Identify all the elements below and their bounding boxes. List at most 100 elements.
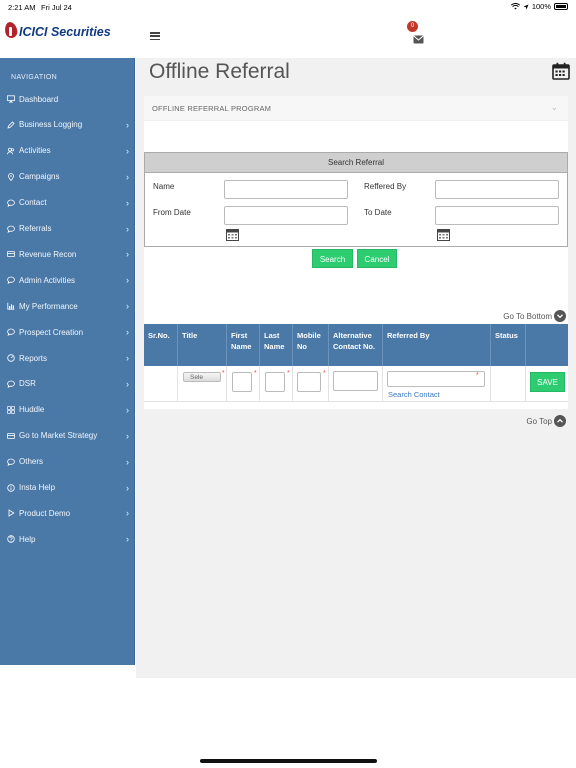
cell-status — [491, 366, 526, 402]
sidebar-item-label: Activities — [19, 146, 51, 156]
chevron-right-icon: › — [126, 119, 129, 130]
chevron-right-icon: › — [126, 327, 129, 338]
cell-last-name: * — [260, 366, 293, 402]
sidebar-item-contact[interactable]: Contact › — [0, 192, 135, 214]
pin-icon — [7, 172, 15, 181]
calendar-icon[interactable] — [552, 62, 570, 80]
chevron-right-icon: › — [126, 197, 129, 208]
chevron-right-icon: › — [126, 223, 129, 234]
sidebar-item-label: Help — [19, 534, 36, 544]
location-icon — [523, 4, 529, 9]
title-select[interactable]: Sele — [183, 372, 221, 382]
card-icon — [7, 432, 15, 440]
monitor-icon — [7, 95, 15, 103]
save-button[interactable]: SAVE — [530, 372, 565, 392]
to-date-calendar-icon[interactable] — [437, 228, 450, 241]
info-icon — [7, 483, 15, 492]
referred-by-row-input[interactable] — [387, 371, 485, 387]
last-name-input[interactable] — [265, 372, 285, 392]
sidebar-item-revenue-recon[interactable]: Revenue Recon › — [0, 243, 135, 265]
chat-icon — [7, 225, 15, 233]
section-label: OFFLINE REFERRAL PROGRAM — [152, 104, 272, 113]
status-time: 2:21 AM — [8, 3, 36, 12]
referral-panel: OFFLINE REFERRAL PROGRAM ⌄ Search Referr… — [144, 96, 568, 427]
sidebar-item-referrals[interactable]: Referrals › — [0, 218, 135, 240]
from-date-calendar-icon[interactable] — [226, 228, 239, 241]
sidebar-item-my-performance[interactable]: My Performance › — [0, 295, 135, 317]
bottom-area — [0, 678, 576, 768]
brand-logo[interactable]: ICICI Securities — [4, 20, 111, 40]
chevron-down-icon[interactable]: ⌄ — [550, 102, 558, 113]
battery-percent: 100% — [531, 2, 551, 11]
cell-mobile-no: * — [293, 366, 329, 402]
cell-alternative-contact — [329, 366, 383, 402]
chevron-right-icon: › — [126, 301, 129, 312]
nav-heading: NAVIGATION — [11, 74, 58, 81]
chevron-right-icon: › — [126, 275, 129, 286]
first-name-input[interactable] — [232, 372, 252, 392]
go-to-bottom-label: Go To Bottom — [503, 311, 552, 321]
sidebar-item-help[interactable]: Help › — [0, 528, 135, 550]
go-top-label: Go Top — [526, 416, 552, 426]
go-to-bottom-link[interactable]: Go To Bottom — [503, 310, 566, 322]
sidebar-item-insta-help[interactable]: Insta Help › — [0, 477, 135, 499]
sidebar-item-admin-activities[interactable]: Admin Activities › — [0, 269, 135, 291]
sidebar-item-label: Reports — [19, 353, 48, 363]
section-header[interactable]: OFFLINE REFERRAL PROGRAM ⌄ — [144, 96, 568, 121]
chevron-right-icon: › — [126, 430, 129, 441]
wifi-icon — [510, 3, 520, 10]
sidebar-item-others[interactable]: Others › — [0, 451, 135, 473]
menu-toggle-icon[interactable] — [150, 32, 160, 40]
sidebar-item-label: Insta Help — [19, 483, 56, 492]
col-alternative-contact: Alternative Contact No. — [329, 324, 383, 366]
sidebar-item-go-to-market-strategy[interactable]: Go to Market Strategy › — [0, 425, 135, 447]
sidebar-item-label: Campaigns — [19, 172, 60, 182]
mail-icon[interactable] — [413, 31, 424, 44]
status-right: 100% — [510, 2, 568, 11]
sidebar-item-prospect-creation[interactable]: Prospect Creation › — [0, 321, 135, 343]
cancel-button[interactable]: Cancel — [357, 249, 397, 268]
sidebar: NAVIGATION Dashboard Business Logging › Act… — [0, 58, 135, 665]
col-action — [526, 324, 568, 366]
table-row: Sele * * * * * Search Contact SAVE — [144, 366, 568, 402]
to-date-input[interactable] — [435, 206, 559, 225]
name-input[interactable] — [224, 180, 348, 199]
sidebar-item-label: Referrals — [19, 224, 52, 233]
from-date-input[interactable] — [224, 206, 348, 225]
status-bar: 2:21 AM Fri Jul 24 100% — [0, 0, 576, 14]
chevron-down-circle-icon — [554, 310, 566, 322]
sidebar-item-business-logging[interactable]: Business Logging › — [0, 114, 135, 136]
col-status: Status — [491, 324, 526, 366]
cell-first-name: * — [227, 366, 260, 402]
play-icon — [7, 509, 15, 518]
sidebar-item-reports[interactable]: Reports › — [0, 347, 135, 369]
search-title: Search Referral — [145, 153, 567, 173]
required-mark: * — [476, 372, 479, 379]
sidebar-item-activities[interactable]: Activities › — [0, 140, 135, 162]
sidebar-item-campaigns[interactable]: Campaigns › — [0, 166, 135, 188]
sidebar-item-dashboard[interactable]: Dashboard — [0, 88, 135, 110]
sidebar-item-label: Prospect Creation — [19, 327, 84, 337]
cell-referred-by: * Search Contact — [383, 366, 491, 402]
home-indicator[interactable] — [200, 759, 377, 763]
sidebar-item-huddle[interactable]: Huddle › — [0, 399, 135, 421]
chevron-right-icon: › — [126, 353, 129, 363]
chevron-right-icon: › — [126, 378, 129, 389]
chevron-right-icon: › — [126, 249, 129, 260]
mobile-no-input[interactable] — [297, 372, 321, 392]
col-last-name: Last Name — [260, 324, 293, 366]
chat-icon — [7, 458, 15, 466]
chart-icon — [7, 302, 15, 310]
go-top-link[interactable]: Go Top — [526, 415, 566, 427]
sidebar-item-dsr[interactable]: DSR › — [0, 373, 135, 395]
users-icon — [7, 147, 15, 155]
sidebar-item-product-demo[interactable]: Product Demo › — [0, 502, 135, 524]
search-contact-link[interactable]: Search Contact — [388, 390, 440, 399]
chevron-right-icon: › — [126, 404, 129, 415]
alternative-contact-input[interactable] — [333, 371, 378, 391]
sidebar-item-label: Contact — [19, 198, 47, 208]
icici-logo-icon — [4, 20, 18, 40]
col-title: Title — [178, 324, 227, 366]
search-button[interactable]: Search — [312, 249, 353, 268]
referred-by-input[interactable] — [435, 180, 559, 199]
